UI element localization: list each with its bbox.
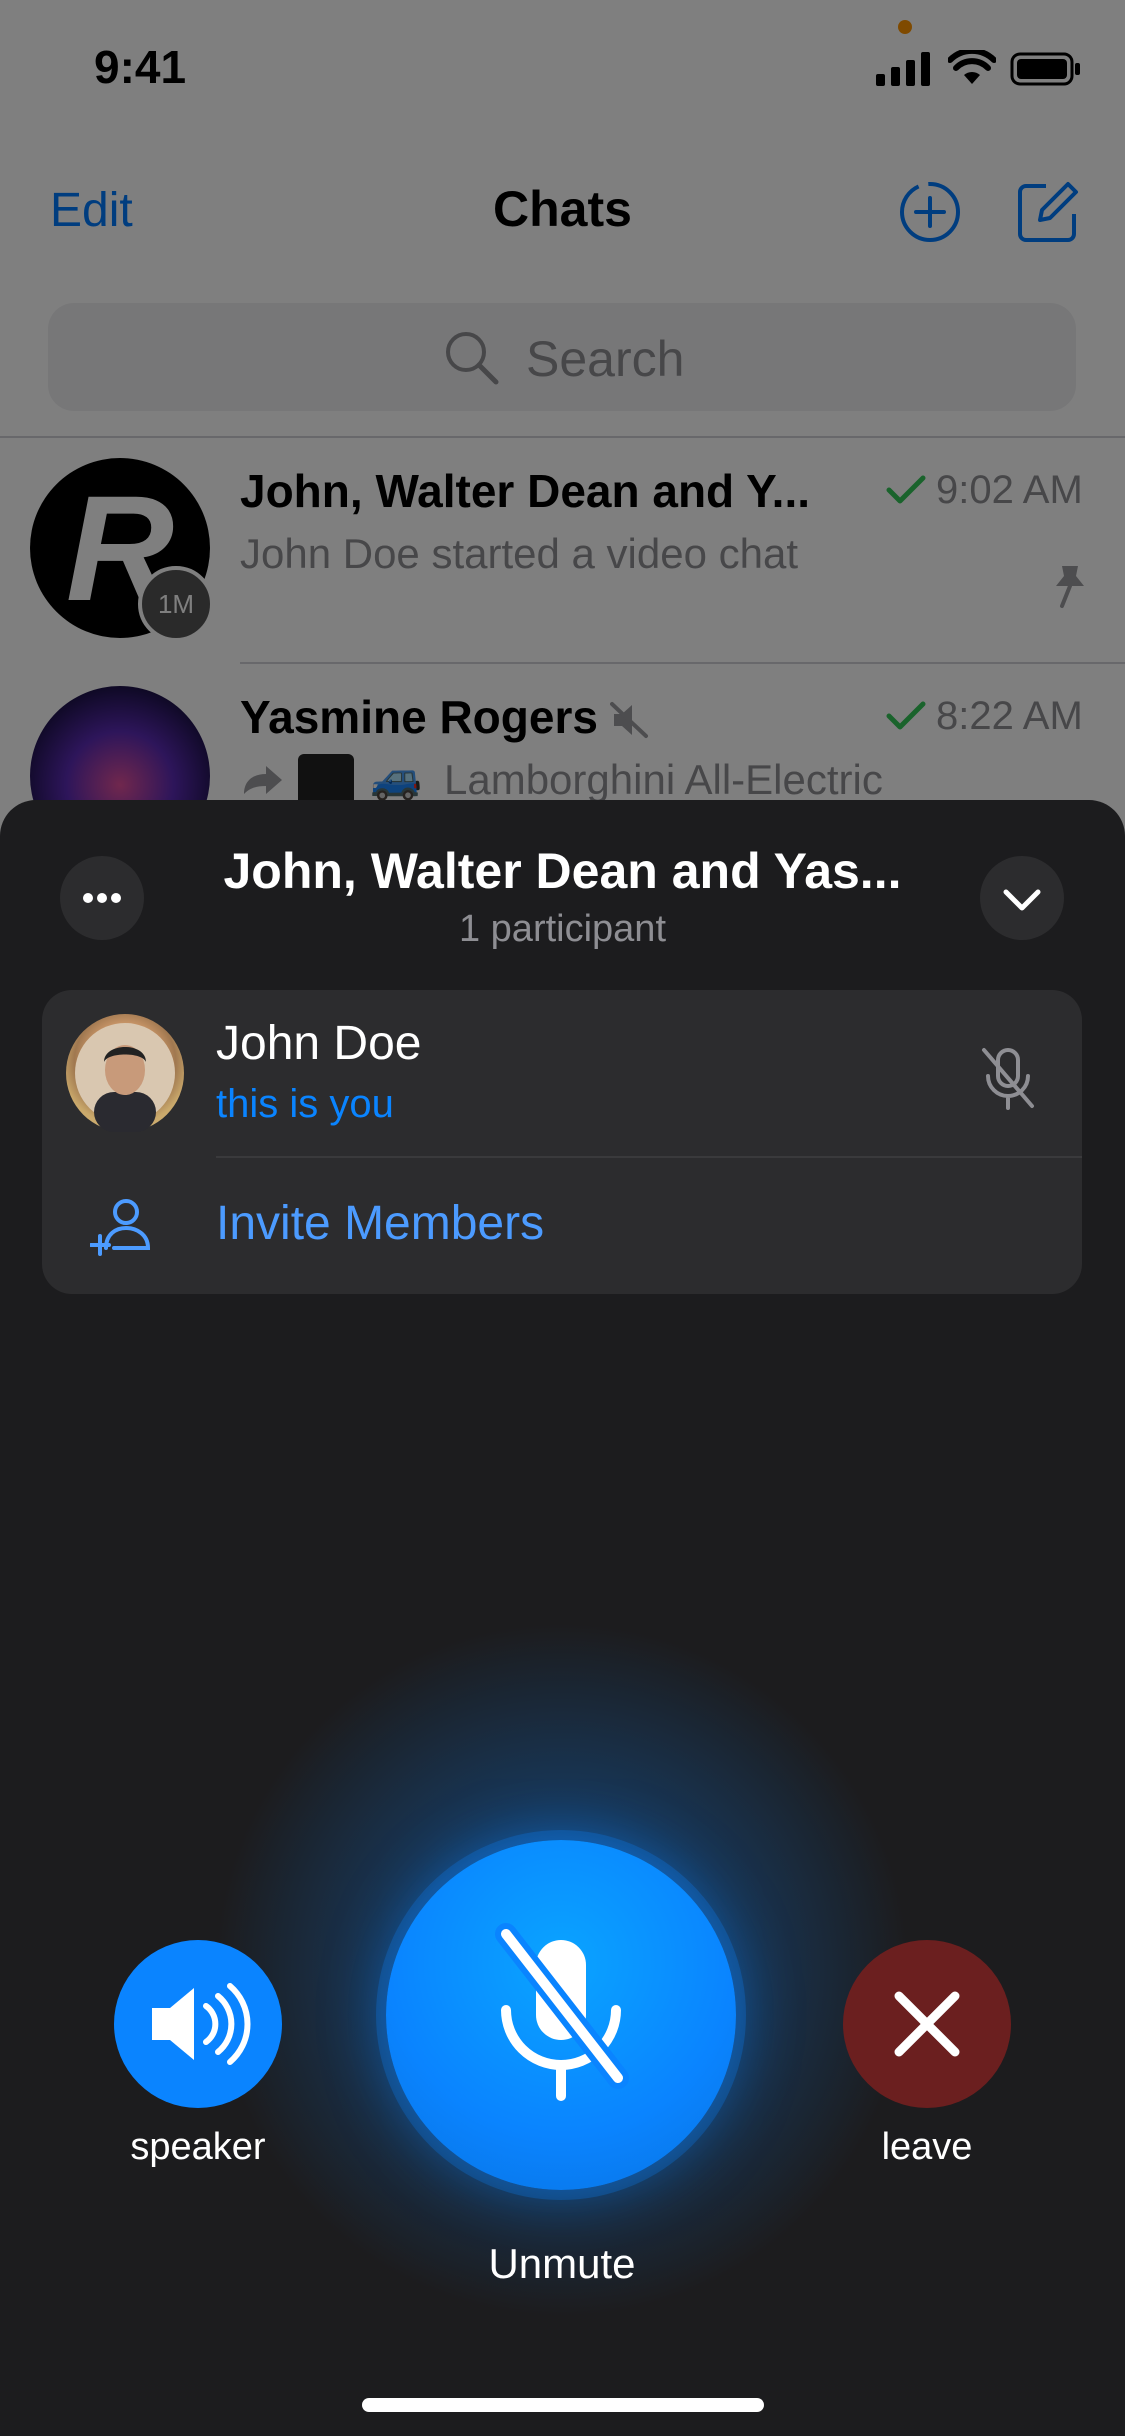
speaker-button[interactable]: [114, 1940, 282, 2108]
person-avatar-image: [75, 1023, 175, 1132]
chevron-down-icon: [1003, 889, 1041, 911]
mic-off-icon[interactable]: [976, 1044, 1040, 1112]
participants-card: [42, 990, 1082, 1294]
participant-name[interactable]: John Doe: [216, 1016, 421, 1071]
avatar: [66, 1014, 184, 1132]
unmute-label: Unmute: [488, 2240, 636, 2287]
participant-count: 1 participant: [458, 908, 666, 950]
more-icon: [83, 893, 121, 903]
home-indicator[interactable]: [362, 2398, 764, 2412]
minimize-button[interactable]: [980, 856, 1064, 940]
divider: [216, 1156, 1082, 1158]
add-person-icon: [90, 1199, 151, 1256]
dim-overlay: [0, 0, 1125, 820]
speaker-icon: [152, 1983, 251, 2065]
speaker-label: speaker: [130, 2126, 266, 2168]
mic-off-icon: [495, 1923, 629, 2101]
leave-label: leave: [881, 2126, 973, 2168]
leave-button[interactable]: [843, 1940, 1011, 2108]
unmute-button[interactable]: [386, 1840, 736, 2190]
call-title: John, Walter Dean and Yas...: [223, 843, 902, 899]
participant-status: this is you: [216, 1082, 394, 1126]
invite-members-button[interactable]: Invite Members: [216, 1196, 544, 1251]
more-button[interactable]: [60, 856, 144, 940]
close-icon: [894, 1991, 960, 2057]
